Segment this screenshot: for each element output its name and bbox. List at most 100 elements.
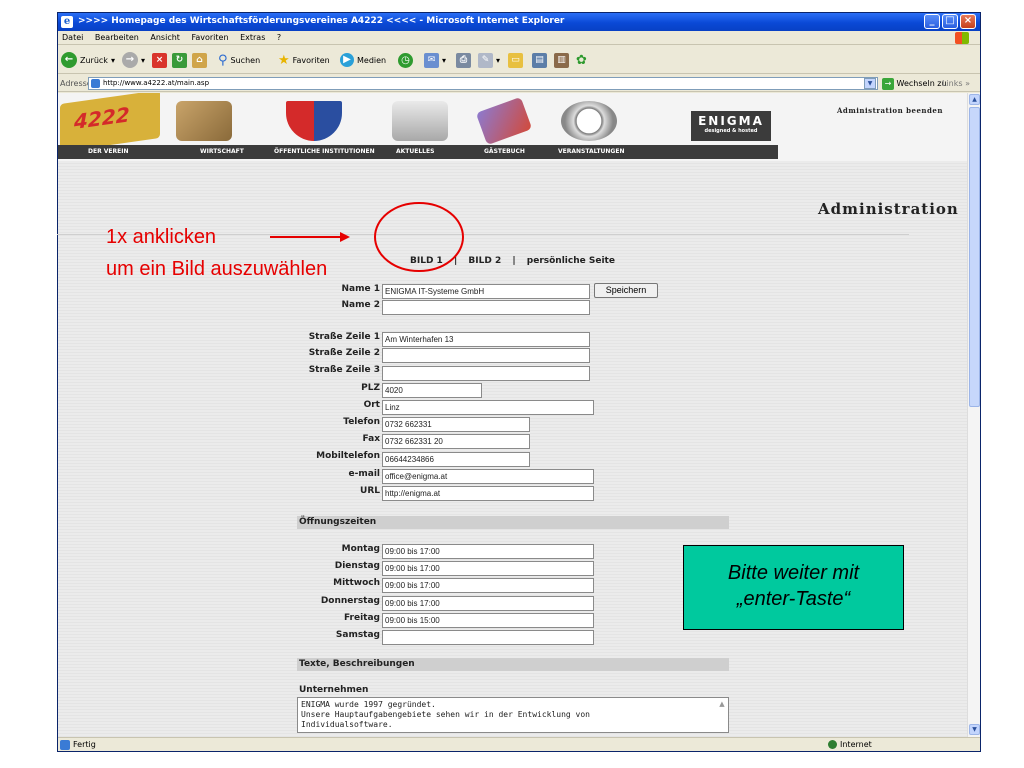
nav-institutionen[interactable]: ÖFFENTLICHE INSTITUTIONEN xyxy=(274,146,375,158)
menu-bar: Datei Bearbeiten Ansicht Favoriten Extra… xyxy=(58,31,980,45)
ort-field[interactable]: Linz xyxy=(382,400,594,415)
menu-favoriten[interactable]: Favoriten xyxy=(191,33,228,42)
annotation-circle-icon xyxy=(374,202,464,272)
friday-field[interactable]: 09:00 bis 15:00 xyxy=(382,613,594,628)
street3-field[interactable] xyxy=(382,366,590,381)
tab-bild2[interactable]: BILD 2 xyxy=(468,256,501,266)
minimize-button[interactable]: _ xyxy=(924,14,940,29)
street1-field[interactable]: Am Winterhafen 13 xyxy=(382,332,590,347)
gaestebuch-image[interactable] xyxy=(475,96,533,146)
refresh-button[interactable]: ↻ xyxy=(172,51,187,69)
opening-hours-heading: Öffnungszeiten xyxy=(297,516,729,529)
tab-personal-page[interactable]: persönliche Seite xyxy=(527,256,615,266)
nav-gaestebuch[interactable]: GÄSTEBUCH xyxy=(484,146,525,158)
page-title: Administration xyxy=(818,200,959,218)
edit-icon: ✎ xyxy=(478,52,493,68)
discuss-button[interactable]: ▤ xyxy=(532,51,547,69)
thursday-field[interactable]: 09:00 bis 17:00 xyxy=(382,596,594,611)
nav-aktuelles[interactable]: AKTUELLES xyxy=(396,146,434,158)
forward-arrow-icon: → xyxy=(122,52,138,68)
research-button[interactable]: ▥ xyxy=(554,51,569,69)
back-button[interactable]: ← Zurück ▾ xyxy=(61,51,115,69)
site-banner: 4222 ENIGMA designed & hosted DER VEREIN… xyxy=(58,93,967,161)
save-button[interactable]: Speichern xyxy=(594,283,658,298)
phone-label: Telefon xyxy=(343,417,380,427)
search-icon: ⚲ xyxy=(218,52,228,68)
back-arrow-icon: ← xyxy=(61,52,77,68)
saturday-field[interactable] xyxy=(382,630,594,645)
slide: e >>>> Homepage des Wirtschaftsförderung… xyxy=(0,0,1024,768)
page-icon xyxy=(91,79,100,88)
phone-field[interactable]: 0732 662331 xyxy=(382,417,530,432)
plz-label: PLZ xyxy=(361,383,380,393)
favorites-button[interactable]: ★ Favoriten xyxy=(278,51,330,69)
menu-bearbeiten[interactable]: Bearbeiten xyxy=(95,33,139,42)
name1-field[interactable]: ENIGMA IT-Systeme GmbH xyxy=(382,284,590,299)
wirtschaft-image[interactable] xyxy=(176,101,232,141)
nav-wirtschaft[interactable]: WIRTSCHAFT xyxy=(200,146,244,158)
address-dropdown-icon[interactable]: ▼ xyxy=(864,78,876,89)
mobile-field[interactable]: 06644234866 xyxy=(382,452,530,467)
scroll-down-icon[interactable]: ▼ xyxy=(969,724,980,735)
folder-button[interactable]: ▭ xyxy=(508,51,523,69)
globe-icon xyxy=(828,740,837,749)
home-icon: ⌂ xyxy=(192,52,207,68)
monday-field[interactable]: 09:00 bis 17:00 xyxy=(382,544,594,559)
vertical-scrollbar[interactable]: ▲ ▼ xyxy=(967,93,980,737)
menu-ansicht[interactable]: Ansicht xyxy=(150,33,180,42)
media-button[interactable]: ▶ Medien xyxy=(340,51,386,69)
refresh-icon: ↻ xyxy=(172,52,187,68)
status-bar: Fertig Internet xyxy=(58,737,980,751)
thursday-label: Donnerstag xyxy=(320,596,380,606)
wednesday-label: Mittwoch xyxy=(333,578,380,588)
veranstaltungen-image[interactable] xyxy=(561,101,617,141)
annotation-arrow-icon xyxy=(270,232,350,242)
home-button[interactable]: ⌂ xyxy=(192,51,207,69)
mail-button[interactable]: ✉ ▾ xyxy=(424,51,446,69)
print-button[interactable]: ⎙ xyxy=(456,51,471,69)
street2-field[interactable] xyxy=(382,348,590,363)
textarea-scroll-up-icon[interactable]: ▲ xyxy=(716,700,728,712)
toolbar: ← Zurück ▾ → ▾ × ↻ ⌂ ⚲ Suchen ★ Favoriten xyxy=(58,46,980,74)
menu-help[interactable]: ? xyxy=(277,33,281,42)
history-button[interactable]: ◷ xyxy=(398,51,413,69)
fax-field[interactable]: 0732 662331 20 xyxy=(382,434,530,449)
site-logo[interactable]: 4222 xyxy=(60,93,160,153)
edit-button[interactable]: ✎ ▾ xyxy=(478,51,500,69)
plz-field[interactable]: 4020 xyxy=(382,383,482,398)
forward-button[interactable]: → ▾ xyxy=(122,51,145,69)
go-button[interactable]: → Wechseln zu xyxy=(882,75,947,92)
discuss-icon: ▤ xyxy=(532,52,547,68)
url-field[interactable]: http://enigma.at xyxy=(382,486,594,501)
scroll-thumb[interactable] xyxy=(969,107,980,407)
links-button[interactable]: Links » xyxy=(942,75,970,92)
search-button[interactable]: ⚲ Suchen xyxy=(218,51,260,69)
tuesday-field[interactable]: 09:00 bis 17:00 xyxy=(382,561,594,576)
admin-end-link[interactable]: Administration beenden xyxy=(837,106,943,115)
street2-label: Straße Zeile 2 xyxy=(308,348,380,358)
nav-der-verein[interactable]: DER VEREIN xyxy=(88,146,129,158)
institutionen-image[interactable] xyxy=(286,101,342,141)
email-field[interactable]: office@enigma.at xyxy=(382,469,594,484)
close-button[interactable]: × xyxy=(960,14,976,29)
nav-veranstaltungen[interactable]: VERANSTALTUNGEN xyxy=(558,146,624,158)
aktuelles-image[interactable] xyxy=(392,101,448,141)
address-label: Adresse xyxy=(60,79,92,88)
name2-field[interactable] xyxy=(382,300,590,315)
ie-icon: e xyxy=(61,16,73,28)
wednesday-field[interactable]: 09:00 bis 17:00 xyxy=(382,578,594,593)
street3-label: Straße Zeile 3 xyxy=(308,365,380,375)
annotation-click-once: 1x anklicken xyxy=(106,226,217,248)
messenger-icon: ✿ xyxy=(576,52,587,68)
name2-label: Name 2 xyxy=(341,300,380,310)
menu-datei[interactable]: Datei xyxy=(62,33,83,42)
enigma-logo[interactable]: ENIGMA designed & hosted xyxy=(691,111,771,141)
stop-button[interactable]: × xyxy=(152,51,167,69)
menu-extras[interactable]: Extras xyxy=(240,33,265,42)
messenger-button[interactable]: ✿ xyxy=(576,51,587,69)
scroll-up-icon[interactable]: ▲ xyxy=(969,94,980,105)
windows-logo-icon xyxy=(955,32,969,44)
company-textarea[interactable]: ENIGMA wurde 1997 gegründet. Unsere Haup… xyxy=(297,697,729,733)
maximize-button[interactable]: □ xyxy=(942,14,958,29)
address-input[interactable]: http://www.a4222.at/main.asp xyxy=(88,77,878,90)
